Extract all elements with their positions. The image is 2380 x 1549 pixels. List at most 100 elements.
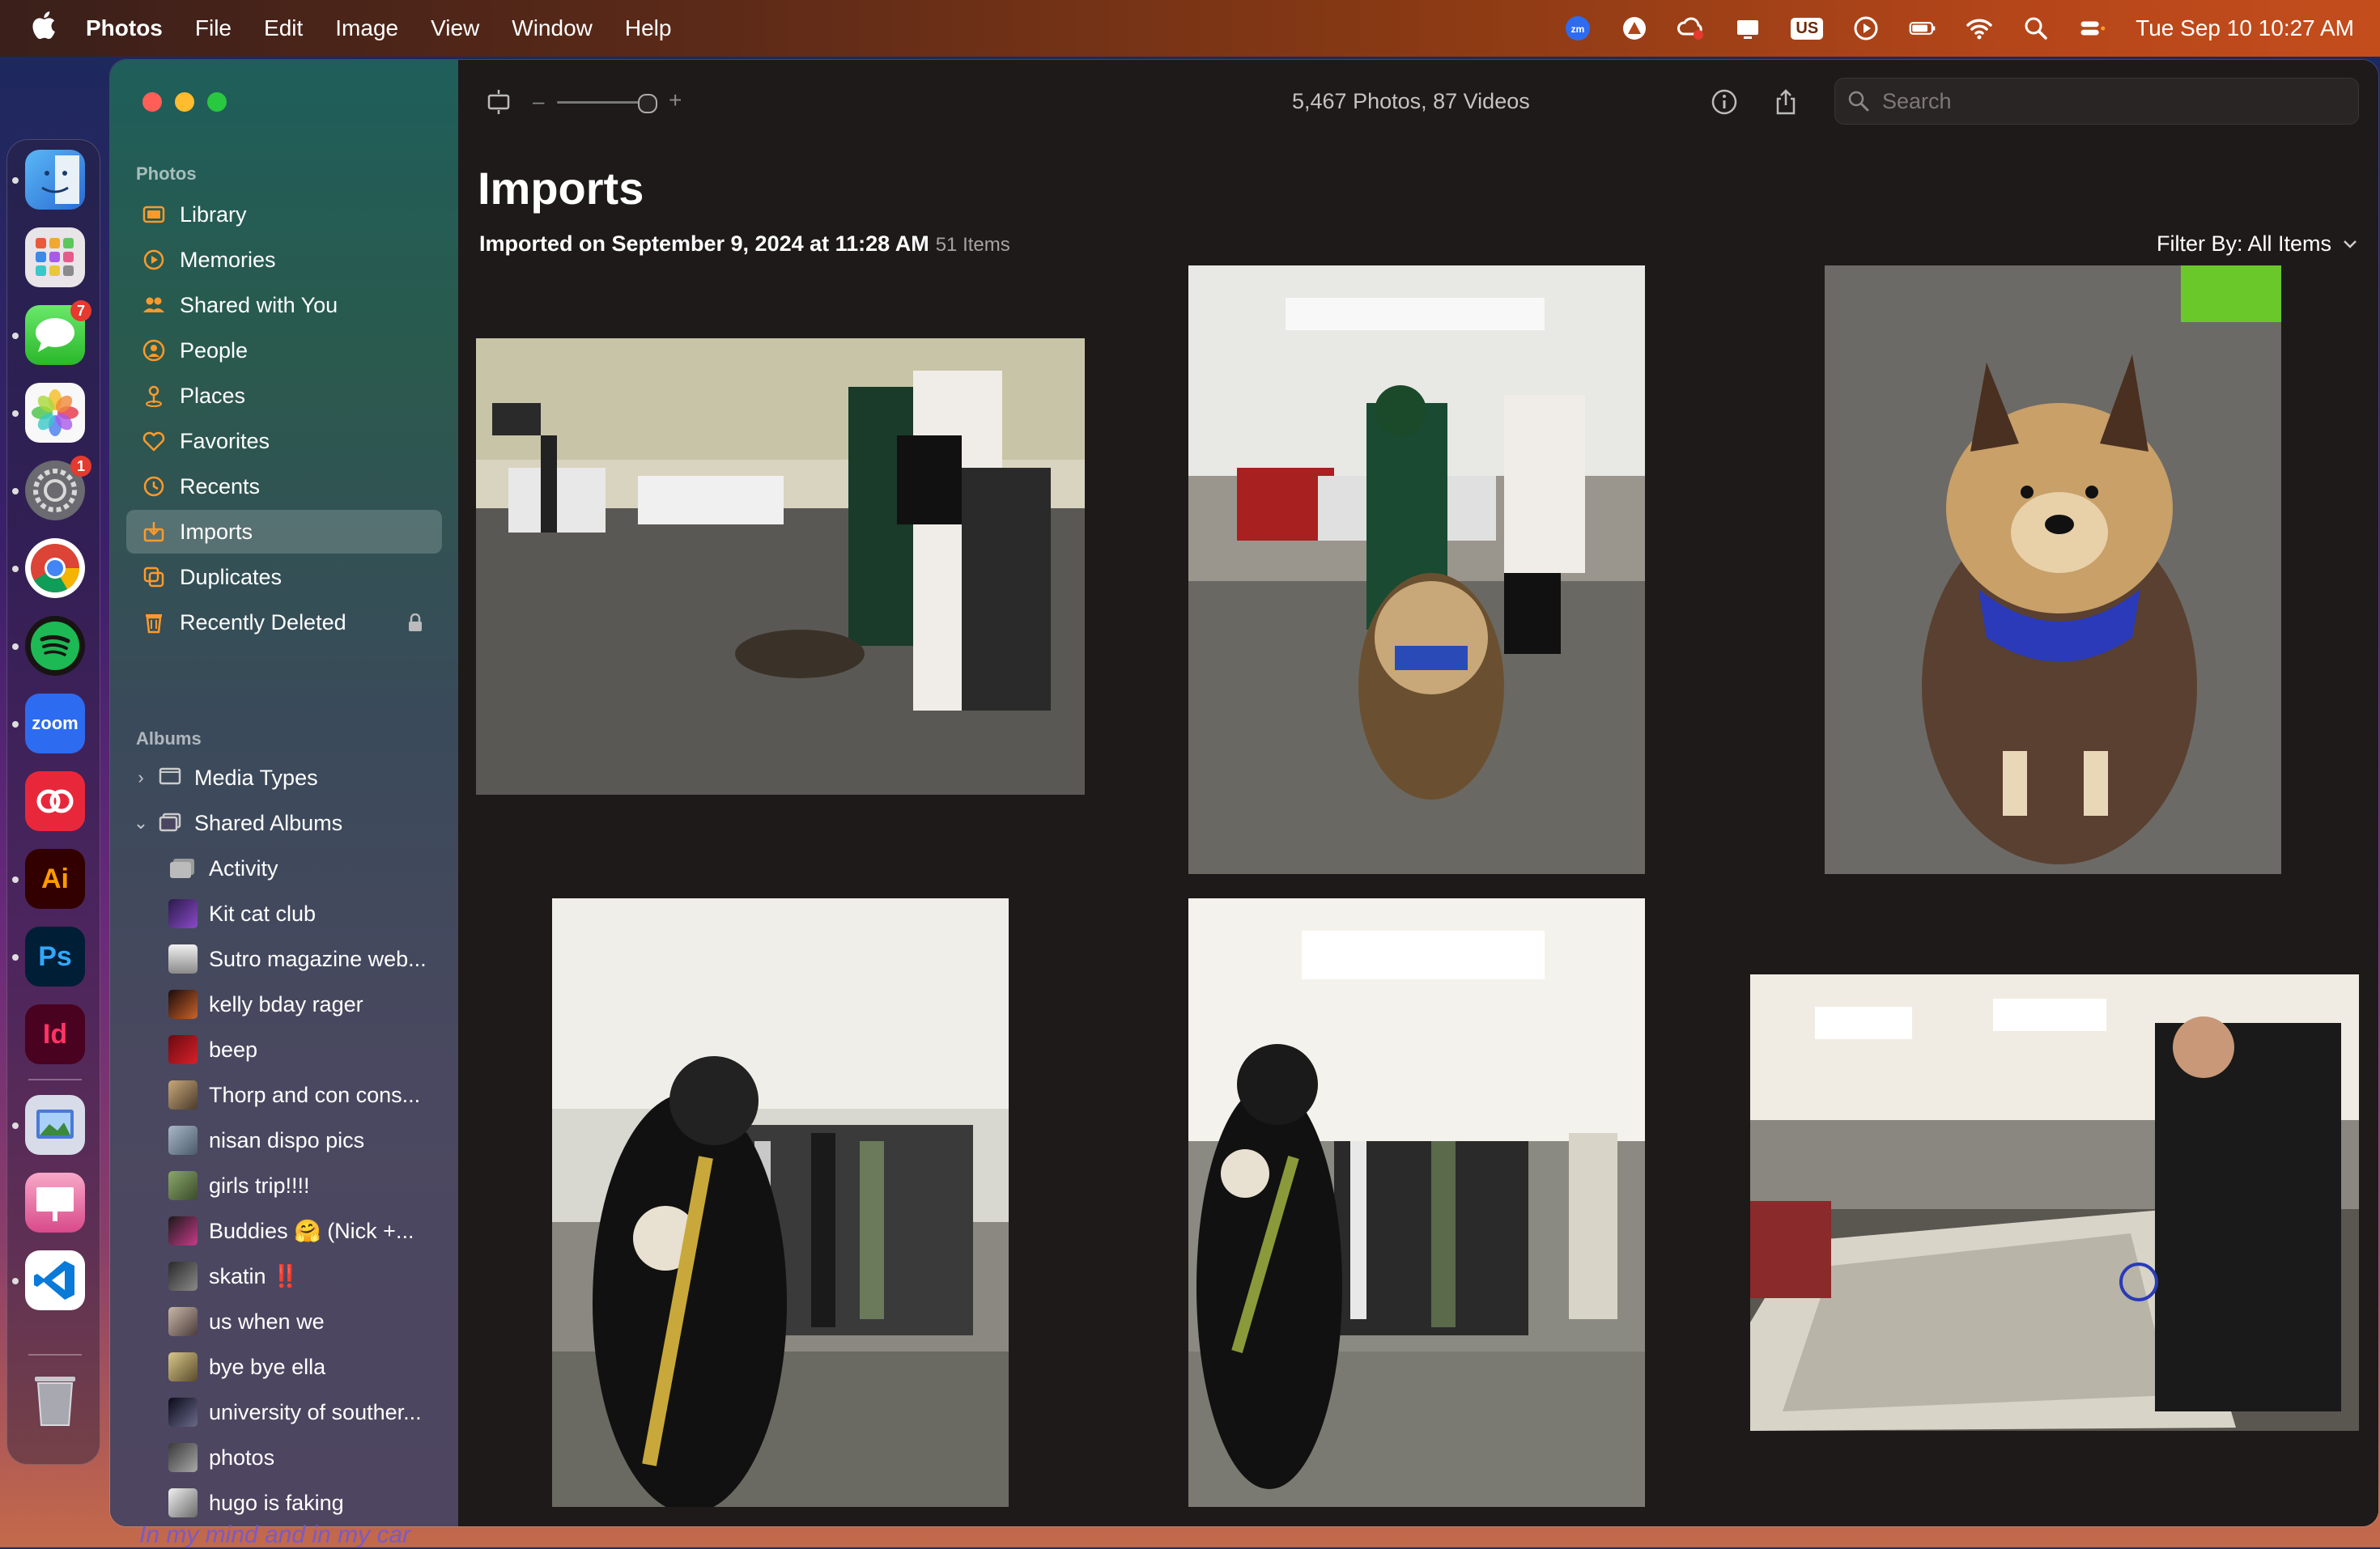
menu-image[interactable]: Image (335, 15, 398, 41)
sidebar-item-recently-deleted[interactable]: Recently Deleted (126, 601, 442, 644)
dock-chrome[interactable] (25, 538, 85, 598)
presentation-icon (36, 1187, 74, 1221)
album-thumbnail (168, 1126, 198, 1155)
zoom-slider[interactable]: – + (533, 87, 695, 117)
play-status-icon[interactable] (1852, 15, 1880, 42)
preview-icon (36, 1110, 74, 1139)
menu-view[interactable]: View (431, 15, 479, 41)
shared-album[interactable]: Kit cat club (146, 892, 445, 936)
share-button[interactable] (1770, 86, 1802, 118)
search-field[interactable] (1834, 78, 2359, 125)
photo-thumbnail[interactable] (1750, 974, 2359, 1431)
wifi-icon[interactable] (1966, 15, 1993, 42)
info-button[interactable] (1708, 86, 1740, 118)
shared-album[interactable]: university of souther... (146, 1390, 445, 1434)
dock-preview[interactable] (25, 1095, 85, 1155)
shared-album[interactable]: nisan dispo pics (146, 1118, 445, 1162)
sidebar-item-shared-albums[interactable]: ⌄ Shared Albums (126, 801, 442, 845)
shared-album[interactable]: Sutro magazine web... (146, 937, 445, 981)
toolbar: – + 5,467 Photos, 87 Videos (458, 60, 2378, 144)
sidebar-item-places[interactable]: Places (126, 374, 442, 418)
menu-file[interactable]: File (195, 15, 232, 41)
shared-album[interactable]: skatin ‼️ (146, 1254, 445, 1298)
shared-album[interactable]: photos (146, 1436, 445, 1479)
sidebar-item-recents[interactable]: Recents (126, 465, 442, 508)
dock-indesign[interactable]: Id (25, 1004, 85, 1064)
input-source-badge[interactable]: US (1791, 17, 1824, 40)
control-center-icon[interactable] (2079, 15, 2106, 42)
filter-dropdown[interactable]: Filter By: All Items (2157, 231, 2359, 257)
sidebar-item-duplicates[interactable]: Duplicates (126, 555, 442, 599)
dock-illustrator[interactable]: Ai (25, 849, 85, 909)
album-thumbnail (168, 1443, 198, 1472)
dock-photos[interactable] (25, 383, 85, 443)
spotlight-search-icon[interactable] (2022, 15, 2050, 42)
dock-creative-cloud[interactable] (25, 771, 85, 831)
search-icon (1848, 91, 1869, 112)
shared-album[interactable]: kelly bday rager (146, 982, 445, 1026)
sidebar-item-library[interactable]: Library (126, 193, 442, 236)
dock-messages[interactable]: 7 (25, 300, 91, 365)
chevron-right-icon[interactable]: › (131, 767, 151, 788)
shared-album[interactable]: us when we (146, 1300, 445, 1343)
dock-badge: 1 (70, 456, 91, 477)
dock-launchpad[interactable] (25, 227, 85, 287)
dock-trash[interactable] (25, 1370, 85, 1430)
sidebar-item-people[interactable]: People (126, 329, 442, 372)
dock-keynote[interactable] (25, 1173, 85, 1233)
photo-thumbnail[interactable] (476, 338, 1085, 795)
lock-icon (406, 613, 424, 639)
album-label: university of souther... (209, 1399, 422, 1424)
shared-album-activity[interactable]: Activity (146, 847, 445, 890)
zoom-in-icon[interactable]: + (669, 87, 682, 113)
shared-album[interactable]: beep (146, 1028, 445, 1072)
import-header: Imported on September 9, 2024 at 11:28 A… (479, 231, 1010, 257)
zoom-status-icon[interactable]: zm (1564, 15, 1592, 42)
album-thumbnail (168, 1080, 198, 1110)
search-input[interactable] (1881, 87, 2337, 115)
shared-album[interactable]: Thorp and con cons... (146, 1073, 445, 1117)
duplicates-icon (139, 562, 168, 592)
photo-thumbnail[interactable] (1188, 898, 1645, 1507)
dock-zoom[interactable]: zoom (25, 694, 85, 753)
cloud-sync-icon[interactable] (1677, 15, 1705, 42)
zoom-window-button[interactable] (207, 92, 227, 112)
menu-app-name[interactable]: Photos (86, 15, 163, 41)
battery-icon[interactable] (1909, 15, 1936, 42)
menu-edit[interactable]: Edit (264, 15, 303, 41)
shared-album[interactable]: girls trip!!!! (146, 1164, 445, 1207)
dock-separator (28, 1354, 82, 1356)
menu-window[interactable]: Window (512, 15, 593, 41)
slideshow-toggle-button[interactable] (482, 86, 515, 118)
dock-system-settings[interactable]: 1 (25, 456, 91, 520)
shared-album[interactable]: bye bye ella (146, 1345, 445, 1389)
shared-album[interactable]: hugo is faking (146, 1481, 445, 1525)
sidebar-item-memories[interactable]: Memories (126, 238, 442, 282)
photo-thumbnail[interactable] (552, 898, 1009, 1507)
dock-photoshop[interactable]: Ps (25, 927, 85, 987)
shared-album[interactable]: Buddies 🤗 (Nick +... (146, 1209, 445, 1253)
sidebar-item-shared-with-you[interactable]: Shared with You (126, 283, 442, 327)
sidebar-item-media-types[interactable]: › Media Types (126, 756, 442, 800)
sidebar-item-favorites[interactable]: Favorites (126, 419, 442, 463)
minimize-window-button[interactable] (175, 92, 194, 112)
import-date: Imported on September 9, 2024 at 11:28 A… (479, 231, 929, 256)
chevron-down-icon[interactable]: ⌄ (131, 813, 151, 834)
sidebar-item-label: Media Types (194, 765, 318, 790)
dock-spotify[interactable] (25, 616, 85, 676)
dock-finder[interactable] (25, 150, 85, 210)
zoom-slider-thumb[interactable] (638, 94, 657, 113)
menu-help[interactable]: Help (625, 15, 672, 41)
display-status-icon[interactable] (1734, 15, 1762, 42)
running-indicator (12, 954, 19, 961)
photo-thumbnail[interactable] (1825, 265, 2281, 874)
close-window-button[interactable] (142, 92, 162, 112)
album-label: photos (209, 1445, 275, 1470)
apple-menu-icon[interactable] (29, 11, 58, 45)
menu-bar-clock[interactable]: Tue Sep 10 10:27 AM (2136, 15, 2354, 41)
creative-cloud-status-icon[interactable] (1621, 15, 1648, 42)
zoom-out-icon[interactable]: – (533, 89, 544, 114)
photo-thumbnail[interactable] (1188, 265, 1645, 874)
dock-vscode[interactable] (25, 1250, 85, 1310)
sidebar-item-imports[interactable]: Imports (126, 510, 442, 554)
